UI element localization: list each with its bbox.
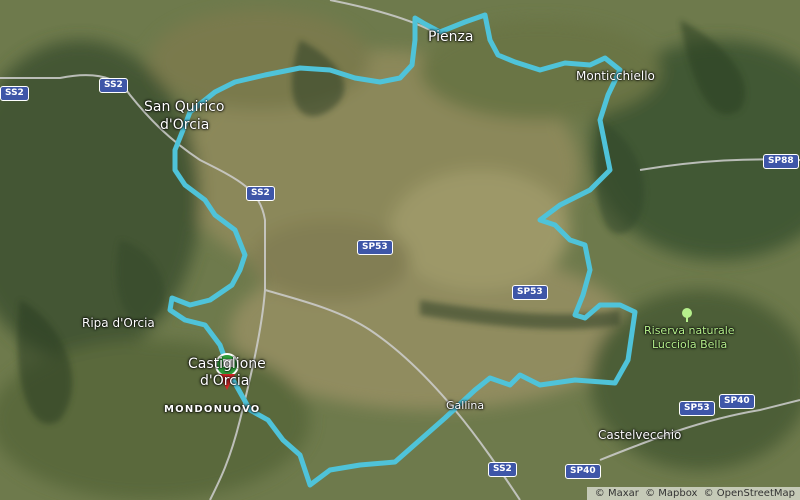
place-label-castiglione: Castiglione (188, 356, 266, 372)
map-attribution[interactable]: © Maxar © Mapbox © OpenStreetMap (586, 487, 800, 500)
road-shield-ss2: SS2 (488, 462, 517, 477)
attribution-mapbox-link[interactable]: © Mapbox (645, 488, 697, 499)
road-shield-sp40: SP40 (565, 464, 601, 479)
route-track[interactable] (0, 0, 800, 500)
road-shield-sp40: SP40 (719, 394, 755, 409)
place-label-gallina: Gallina (446, 399, 485, 412)
place-label-monticchiello: Monticchiello (576, 69, 655, 83)
place-label-mondonuovo: MONDONUOVO (164, 404, 261, 415)
place-label-pienza: Pienza (428, 29, 474, 45)
place-label-san-quirico-2: d'Orcia (160, 117, 210, 133)
place-label-castiglione-2: d'Orcia (200, 373, 250, 389)
place-label-san-quirico: San Quirico (144, 99, 225, 115)
road-shield-sp53: SP53 (357, 240, 393, 255)
place-label-ripa-d-orcia: Ripa d'Orcia (82, 316, 155, 330)
place-label-castelvecchio: Castelvecchio (598, 428, 682, 442)
attribution-maxar-link[interactable]: © Maxar (595, 488, 639, 499)
road-shield-sp53: SP53 (512, 285, 548, 300)
road-shield-ss2: SS2 (99, 78, 128, 93)
road-shield-sp53: SP53 (679, 401, 715, 416)
place-label-lucciola-bella: Lucciola Bella (652, 338, 728, 351)
road-shield-sp88: SP88 (763, 154, 799, 169)
road-shield-ss2: SS2 (246, 186, 275, 201)
place-label-riserva: Riserva naturale (644, 324, 735, 337)
park-tree-icon (682, 308, 692, 322)
map-view[interactable]: Pienza Monticchiello San Quirico d'Orcia… (0, 0, 800, 500)
road-shield-ss2: SS2 (0, 86, 29, 101)
attribution-osm-link[interactable]: © OpenStreetMap (704, 488, 795, 499)
